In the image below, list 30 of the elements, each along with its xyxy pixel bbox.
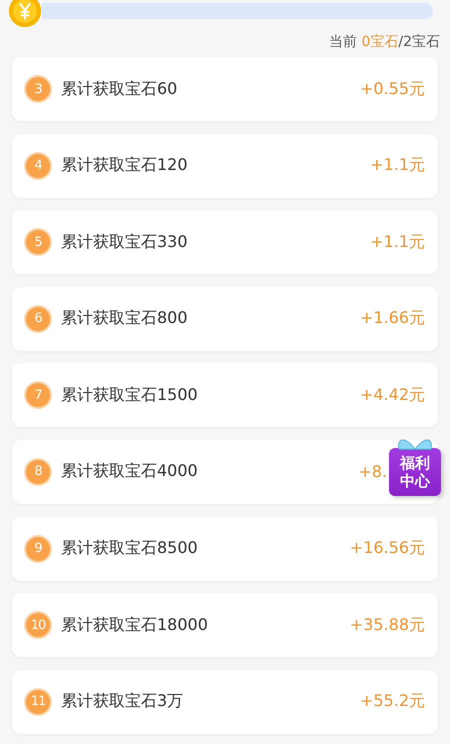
step-number: 6 <box>26 306 50 331</box>
task-title: 累计获取宝石1500 <box>61 384 199 406</box>
reward-amount: +1.1元 <box>370 232 425 253</box>
progress-text: 当前 0宝石/2宝石 <box>329 33 441 52</box>
reward-amount: +35.88元 <box>350 614 425 636</box>
reward-amount: +16.56元 <box>350 538 425 560</box>
task-title: 累计获取宝石18000 <box>61 614 209 636</box>
step-number: 4 <box>26 154 50 178</box>
welfare-center-badge[interactable]: 福利 中心 <box>389 448 441 496</box>
task-title: 累计获取宝石8500 <box>61 538 199 560</box>
reward-amount: +4.42元 <box>360 384 425 406</box>
task-title: 累计获取宝石330 <box>61 232 189 253</box>
step-number: 11 <box>26 690 50 714</box>
reward-amount: +1.1元 <box>370 155 425 176</box>
task-title: 累计获取宝石800 <box>61 308 189 330</box>
step-number: 7 <box>26 383 50 408</box>
step-number: 3 <box>26 77 50 101</box>
reward-amount: +55.2元 <box>360 691 425 712</box>
coin-icon <box>8 0 42 28</box>
task-title: 累计获取宝石4000 <box>61 461 199 482</box>
task-title: 累计获取宝石120 <box>61 155 189 176</box>
reward-amount: +1.66元 <box>360 308 425 330</box>
reward-amount: +0.55元 <box>360 78 425 100</box>
task-title: 累计获取宝石3万 <box>61 691 184 712</box>
task-title: 累计获取宝石60 <box>61 78 178 100</box>
reward-amount: +8. <box>358 462 387 482</box>
step-number: 10 <box>26 613 50 638</box>
step-number: 9 <box>26 536 50 561</box>
step-number: 5 <box>26 230 50 254</box>
step-number: 8 <box>26 460 50 484</box>
